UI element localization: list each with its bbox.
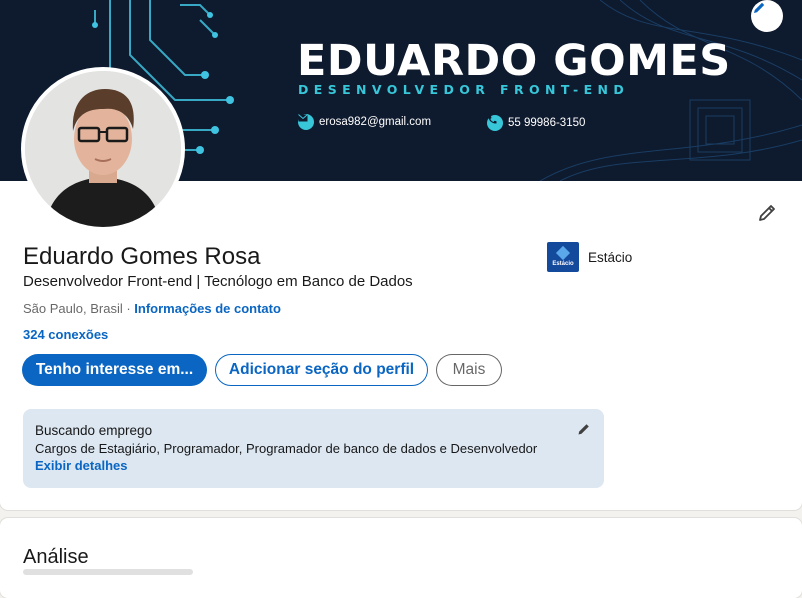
edit-intro-button[interactable] — [753, 199, 781, 227]
profile-name: Eduardo Gomes Rosa — [23, 243, 261, 270]
banner-email-text: erosa982@gmail.com — [319, 116, 432, 128]
more-button[interactable]: Mais — [436, 354, 502, 386]
show-details-link[interactable]: Exibir detalhes — [35, 458, 127, 473]
open-to-work-description: Cargos de Estagiário, Programador, Progr… — [35, 441, 538, 456]
profile-headline: Desenvolvedor Front-end | Tecnólogo em B… — [23, 273, 413, 290]
connections-link[interactable]: 324 conexões — [23, 327, 108, 342]
mail-icon — [298, 114, 314, 130]
banner-phone: 55 99986-3150 — [487, 115, 585, 131]
profile-location: São Paulo, Brasil — [23, 301, 123, 316]
contact-info-link[interactable]: Informações de contato — [134, 301, 281, 316]
education-name: Estácio — [588, 249, 633, 265]
analytics-title: Análise — [23, 546, 89, 568]
edit-open-to-work-button[interactable] — [576, 421, 592, 437]
phone-icon — [487, 115, 503, 131]
open-to-work-title: Buscando emprego — [35, 423, 153, 438]
analytics-subtitle-clipped — [23, 569, 193, 575]
location-separator: · — [122, 301, 135, 316]
banner-title: EDUARDO GOMES — [297, 36, 731, 86]
open-to-work-box: Buscando emprego Cargos de Estagiário, P… — [23, 409, 604, 488]
edit-banner-button[interactable] — [751, 0, 783, 32]
banner-email: erosa982@gmail.com — [298, 114, 431, 130]
open-to-button[interactable]: Tenho interesse em... — [22, 354, 207, 386]
profile-location-row: São Paulo, Brasil · Informações de conta… — [23, 301, 281, 316]
pencil-icon — [578, 424, 589, 435]
avatar[interactable] — [21, 67, 185, 231]
analytics-card: Análise — [0, 518, 802, 598]
education-item[interactable]: Estácio Estácio — [547, 242, 632, 272]
add-profile-section-button[interactable]: Adicionar seção do perfil — [215, 354, 428, 386]
estacio-logo-mark — [555, 245, 571, 260]
banner-subtitle: DESENVOLVEDOR FRONT-END — [298, 82, 630, 97]
profile-card: EDUARDO GOMES DESENVOLVEDOR FRONT-END er… — [0, 0, 802, 510]
pencil-icon — [759, 205, 775, 221]
pencil-icon — [754, 2, 765, 13]
banner-phone-text: 55 99986-3150 — [508, 117, 586, 129]
avatar-photo — [25, 71, 181, 227]
estacio-logo-text: Estácio — [552, 260, 574, 267]
estacio-logo: Estácio — [547, 242, 579, 272]
